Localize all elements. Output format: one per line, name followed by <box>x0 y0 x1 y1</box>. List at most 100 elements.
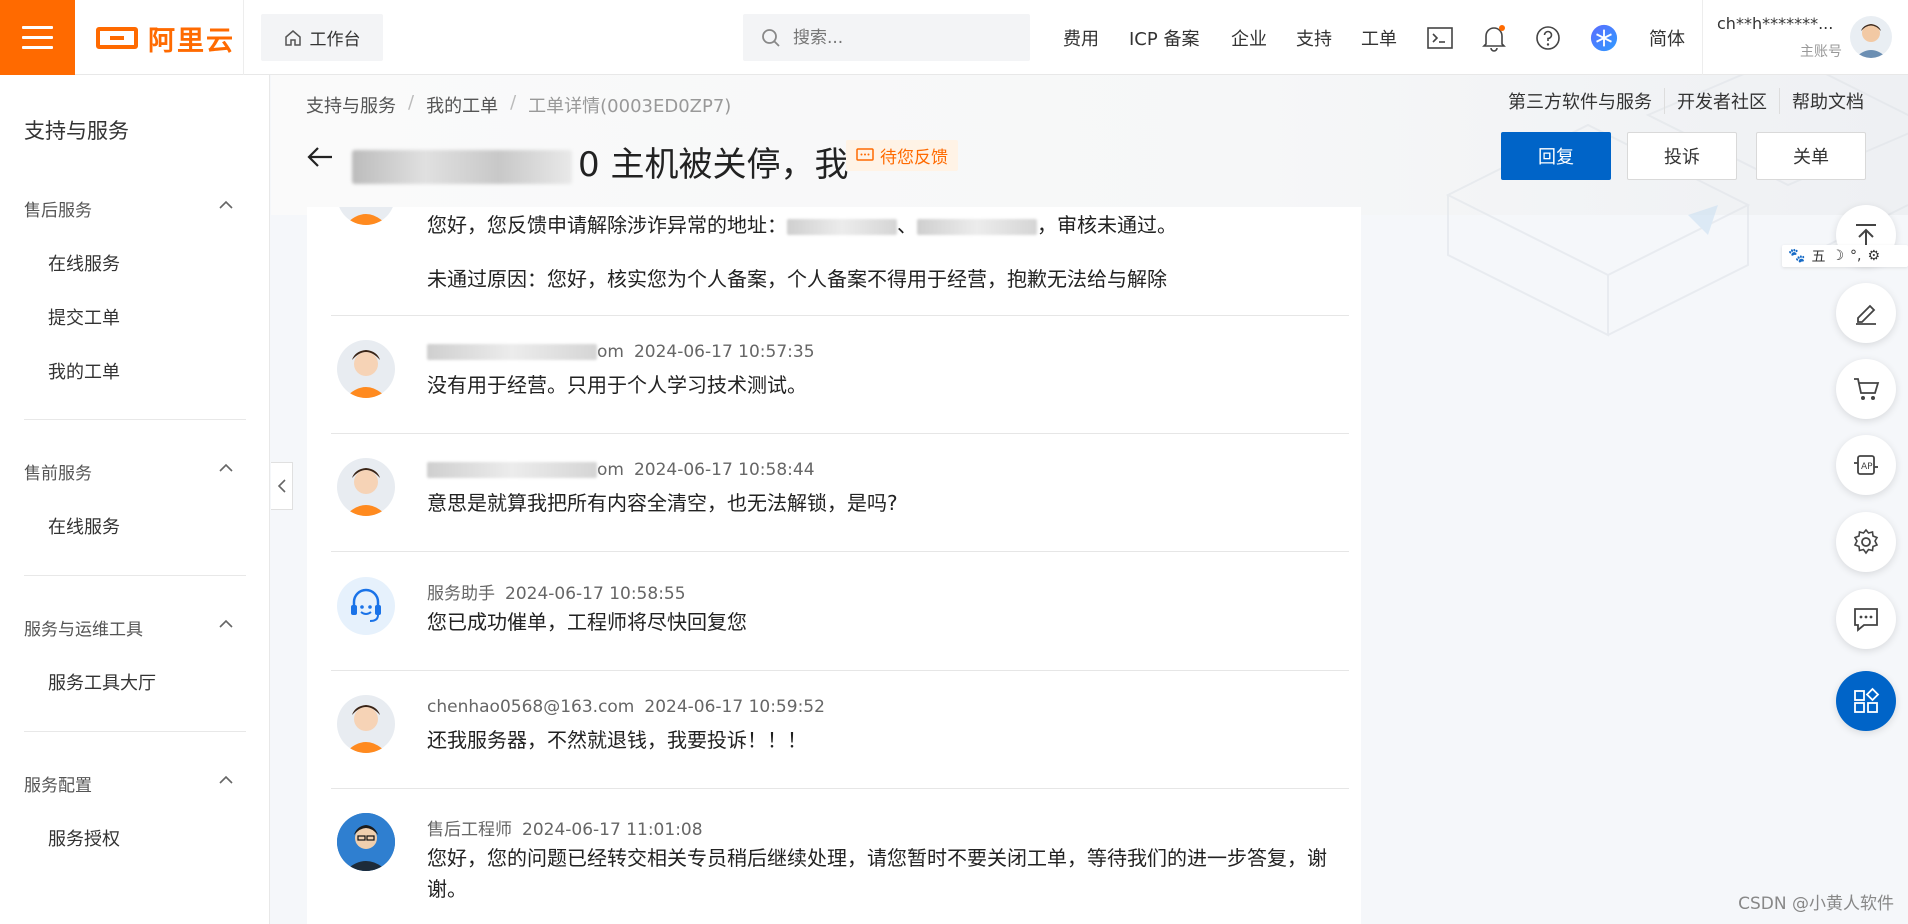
nav-tickets[interactable]: 工单 <box>1361 25 1397 51</box>
aliyun-logo-mark <box>96 27 138 49</box>
service-assistant-avatar <box>337 577 395 635</box>
svg-text:AP: AP <box>1861 462 1873 472</box>
message-body: 没有用于经营。只用于个人学习技术测试。 <box>427 373 807 397</box>
aliyun-logo[interactable]: 阿里云 <box>96 22 235 57</box>
settings-button[interactable] <box>1836 512 1896 572</box>
help-icon[interactable] <box>1534 24 1562 52</box>
csdn-watermark: CSDN @小黄人软件 <box>1738 894 1894 914</box>
chevron-up-icon <box>219 619 233 628</box>
sidebar-group-pre-sales[interactable]: 售前服务 <box>24 459 246 484</box>
sidebar-group-label: 服务配置 <box>24 776 92 796</box>
message-time: 2024-06-17 10:59:52 <box>644 697 825 717</box>
sidebar-divider <box>24 731 246 732</box>
apps-button[interactable] <box>1836 671 1896 731</box>
feedback-button[interactable] <box>1836 589 1896 649</box>
sidebar-group-service-config[interactable]: 服务配置 <box>24 771 246 796</box>
page-title: 0 主机被关停，我 <box>352 137 848 186</box>
message-body: 还我服务器，不然就退钱，我要投诉！！！ <box>427 728 807 752</box>
sidebar-collapse-button[interactable] <box>271 462 293 510</box>
nav-icp[interactable]: ICP 备案 <box>1129 25 1199 51</box>
language-switch[interactable]: 简体 <box>1649 25 1685 51</box>
message-meta: chenhao0568@163.com 2024-06-17 10:59:52 <box>427 697 825 717</box>
workbench-button[interactable]: 工作台 <box>261 14 383 61</box>
gear-icon: ⚙ <box>1867 248 1881 264</box>
hamburger-menu-button[interactable] <box>0 0 75 75</box>
link-help-docs[interactable]: 帮助文档 <box>1779 88 1876 114</box>
message-divider <box>331 433 1349 434</box>
sidebar-divider <box>24 419 246 420</box>
message-author: 售后工程师 <box>427 820 512 840</box>
ai-assistant-icon[interactable] <box>1590 24 1618 52</box>
complain-button[interactable]: 投诉 <box>1627 132 1737 180</box>
user-avatar <box>337 207 395 225</box>
redacted-ip <box>917 218 1037 235</box>
message-time: 2024-06-17 10:57:35 <box>633 342 815 362</box>
user-account[interactable]: ch**h*******... 主账号 <box>1717 14 1842 61</box>
message-meta: om 2024-06-17 10:58:44 <box>427 460 815 480</box>
sidebar-divider <box>24 575 246 576</box>
chevron-left-icon <box>277 479 286 493</box>
sidebar-item-online-service[interactable]: 在线服务 <box>48 250 120 276</box>
breadcrumb-current: 工单详情(0003ED0ZP7) <box>528 96 732 117</box>
link-third-party[interactable]: 第三方软件与服务 <box>1496 88 1664 114</box>
close-ticket-button[interactable]: 关单 <box>1756 132 1866 180</box>
terminal-icon[interactable] <box>1426 24 1454 52</box>
divider <box>1702 0 1703 75</box>
sidebar-group-label: 售前服务 <box>24 464 92 484</box>
message-body: 您好，您的问题已经转交相关专员稍后继续处理，请您暂时不要关闭工单，等待我们的进一… <box>427 846 1327 901</box>
message-meta: 服务助手 2024-06-17 10:58:55 <box>427 579 686 604</box>
api-icon: AP <box>1854 455 1878 475</box>
chevron-up-icon <box>219 463 233 472</box>
edit-button[interactable] <box>1836 283 1896 343</box>
message-time: 2024-06-17 11:01:08 <box>522 820 703 840</box>
link-dev-community[interactable]: 开发者社区 <box>1664 88 1779 114</box>
sidebar-group-ops-tools[interactable]: 服务与运维工具 <box>24 615 246 640</box>
user-role: 主账号 <box>1800 44 1842 60</box>
nav-fees[interactable]: 费用 <box>1063 25 1099 51</box>
nav-enterprise[interactable]: 企业 <box>1231 25 1267 51</box>
search-box[interactable] <box>743 14 1030 61</box>
message-body: 您好，您反馈申请解除涉诈异常的地址： 、 ，审核未通过。 <box>427 210 1327 241</box>
breadcrumb-separator: / <box>510 92 517 113</box>
sidebar-group-after-sales[interactable]: 售后服务 <box>24 196 246 221</box>
message-time: 2024-06-17 10:58:55 <box>505 584 686 604</box>
input-method-toolbar[interactable]: 🐾 五 ☽ °, ⚙ <box>1782 245 1908 267</box>
engineer-avatar <box>337 813 395 871</box>
message-icon <box>856 147 874 161</box>
bell-icon[interactable] <box>1480 24 1508 52</box>
divider <box>243 0 244 75</box>
sidebar-item-service-auth[interactable]: 服务授权 <box>48 825 120 851</box>
message-divider <box>331 788 1349 789</box>
message-divider <box>331 551 1349 552</box>
home-icon <box>284 29 301 46</box>
redacted-email <box>427 344 597 360</box>
chevron-up-icon <box>219 200 233 209</box>
user-avatar[interactable] <box>1850 16 1892 58</box>
message-author: om <box>597 460 624 480</box>
message-body: 意思是就算我把所有内容全清空，也无法解锁，是吗? <box>427 491 898 515</box>
reply-button[interactable]: 回复 <box>1501 132 1611 180</box>
breadcrumb-my-tickets[interactable]: 我的工单 <box>426 92 498 118</box>
sidebar-group-label: 服务与运维工具 <box>24 620 143 640</box>
search-input[interactable] <box>793 27 1013 48</box>
gear-icon <box>1853 528 1879 555</box>
breadcrumb-support[interactable]: 支持与服务 <box>306 92 396 118</box>
back-arrow-icon[interactable] <box>306 145 334 169</box>
sidebar-group-label: 售后服务 <box>24 201 92 221</box>
sidebar-item-presales-online-service[interactable]: 在线服务 <box>48 513 120 539</box>
message-time: 2024-06-17 10:58:44 <box>633 460 815 480</box>
nav-support[interactable]: 支持 <box>1296 25 1332 51</box>
sidebar-item-tools-hall[interactable]: 服务工具大厅 <box>48 669 156 695</box>
redacted-domain <box>787 218 897 235</box>
user-avatar <box>337 695 395 753</box>
api-button[interactable]: AP <box>1836 435 1896 495</box>
cart-button[interactable] <box>1836 359 1896 419</box>
sidebar-item-my-tickets[interactable]: 我的工单 <box>48 358 120 384</box>
sidebar-item-submit-ticket[interactable]: 提交工单 <box>48 304 120 330</box>
ime-mode: 五 <box>1811 249 1826 265</box>
edit-icon <box>1856 304 1876 325</box>
user-avatar <box>337 458 395 516</box>
message-divider <box>331 670 1349 671</box>
brand-name: 阿里云 <box>148 25 235 57</box>
page-title-text: 0 主机被关停，我 <box>578 145 849 185</box>
